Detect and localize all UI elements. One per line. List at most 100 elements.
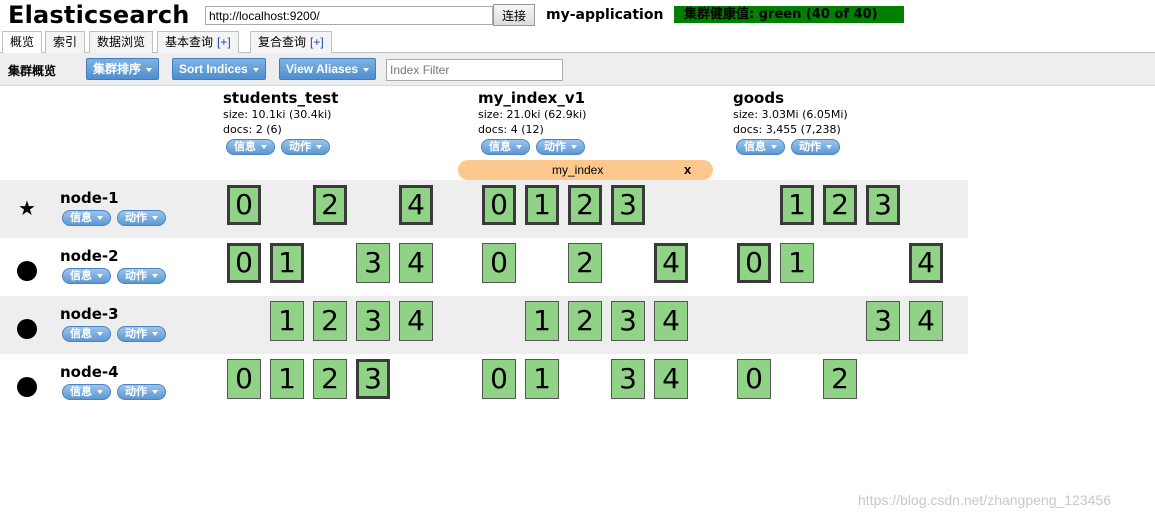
node-info-button[interactable]: 信息 [62,326,111,342]
pill-label: 信息 [70,270,92,282]
primary-shard[interactable]: 0 [737,243,771,283]
tab-label: 基本查询 [165,35,214,49]
sort-cluster-button[interactable]: 集群排序 [86,58,160,80]
pill-label: 信息 [70,386,92,398]
cluster-health-badge: 集群健康值: green (40 of 40) [674,6,904,23]
pill-label: 动作 [125,328,147,340]
pill-label: 信息 [489,141,511,153]
replica-shard[interactable]: 0 [227,359,261,399]
node-info-button[interactable]: 信息 [62,268,111,284]
button-label: Sort Indices [179,62,248,76]
replica-shard[interactable]: 2 [568,243,602,283]
primary-shard[interactable]: 3 [611,185,645,225]
replica-shard[interactable]: 2 [823,359,857,399]
tab-label: 索引 [53,35,78,49]
pill-label: 动作 [289,141,311,153]
replica-shard[interactable]: 3 [356,243,390,283]
url-input[interactable] [205,6,493,25]
tab-compound-query[interactable]: 复合查询 [+] [250,31,332,53]
primary-shard[interactable]: 3 [356,359,390,399]
index-info-button[interactable]: 信息 [481,139,530,155]
primary-shard[interactable]: 1 [270,243,304,283]
node-action-button[interactable]: 动作 [117,384,166,400]
caret-down-icon [363,67,370,72]
primary-shard[interactable]: 3 [866,185,900,225]
node-name: node-1 [60,189,119,207]
button-label: View Aliases [286,62,359,76]
replica-shard[interactable]: 2 [313,359,347,399]
replica-shard[interactable]: 1 [525,301,559,341]
primary-shard[interactable]: 4 [654,243,688,283]
tab-indices[interactable]: 索引 [45,31,86,53]
replica-shard[interactable]: 1 [780,243,814,283]
index-size: size: 3.03Mi (6.05Mi) [733,108,848,121]
index-action-button[interactable]: 动作 [281,139,330,155]
caret-down-icon [771,145,777,150]
primary-shard[interactable]: 1 [780,185,814,225]
node-name: node-2 [60,247,119,265]
connect-button[interactable]: 连接 [493,4,535,26]
index-info-button[interactable]: 信息 [226,139,275,155]
node-name: node-3 [60,305,119,323]
node-action-button[interactable]: 动作 [117,326,166,342]
node-circle-icon [17,261,37,281]
index-docs: docs: 2 (6) [223,123,282,136]
replica-shard[interactable]: 0 [482,359,516,399]
tab-overview[interactable]: 概览 [2,31,43,54]
replica-shard[interactable]: 4 [399,243,433,283]
node-action-button[interactable]: 动作 [117,268,166,284]
pill-label: 信息 [234,141,256,153]
primary-shard[interactable]: 2 [568,185,602,225]
replica-shard[interactable]: 1 [525,359,559,399]
node-action-button[interactable]: 动作 [117,210,166,226]
replica-shard[interactable]: 0 [737,359,771,399]
primary-shard[interactable]: 4 [399,185,433,225]
alias-remove-icon[interactable]: x [684,160,691,180]
caret-down-icon [571,145,577,150]
pill-label: 信息 [744,141,766,153]
node-info-button[interactable]: 信息 [62,210,111,226]
replica-shard[interactable]: 1 [270,301,304,341]
node-info-button[interactable]: 信息 [62,384,111,400]
index-docs: docs: 4 (12) [478,123,544,136]
replica-shard[interactable]: 3 [866,301,900,341]
replica-shard[interactable]: 4 [909,301,943,341]
replica-shard[interactable]: 3 [356,301,390,341]
replica-shard[interactable]: 1 [270,359,304,399]
tab-basic-query[interactable]: 基本查询 [+] [157,31,239,53]
tab-add-link[interactable]: [+] [310,35,324,49]
sort-indices-button[interactable]: Sort Indices [172,58,266,80]
primary-shard[interactable]: 0 [227,185,261,225]
primary-shard[interactable]: 2 [313,185,347,225]
replica-shard[interactable]: 2 [313,301,347,341]
caret-down-icon [152,216,158,221]
tab-label: 数据浏览 [97,35,146,49]
view-aliases-button[interactable]: View Aliases [279,58,377,80]
replica-shard[interactable]: 3 [611,359,645,399]
pill-label: 信息 [70,212,92,224]
replica-shard[interactable]: 4 [654,301,688,341]
primary-shard[interactable]: 2 [823,185,857,225]
index-action-button[interactable]: 动作 [536,139,585,155]
primary-shard[interactable]: 0 [482,185,516,225]
replica-shard[interactable]: 4 [654,359,688,399]
caret-down-icon [261,145,267,150]
replica-shard[interactable]: 3 [611,301,645,341]
replica-shard[interactable]: 0 [482,243,516,283]
index-action-button[interactable]: 动作 [791,139,840,155]
index-size: size: 21.0ki (62.9ki) [478,108,587,121]
node-circle-icon [17,377,37,397]
watermark: https://blog.csdn.net/zhangpeng_123456 [858,492,1111,508]
primary-shard[interactable]: 1 [525,185,559,225]
caret-down-icon [316,145,322,150]
replica-shard[interactable]: 4 [399,301,433,341]
primary-shard[interactable]: 4 [909,243,943,283]
tab-add-link[interactable]: [+] [217,35,231,49]
tab-browser[interactable]: 数据浏览 [89,31,154,53]
alias-bar[interactable]: my_index x [458,160,713,180]
pill-label: 信息 [70,328,92,340]
primary-shard[interactable]: 0 [227,243,261,283]
replica-shard[interactable]: 2 [568,301,602,341]
index-filter-input[interactable] [386,59,563,81]
index-info-button[interactable]: 信息 [736,139,785,155]
